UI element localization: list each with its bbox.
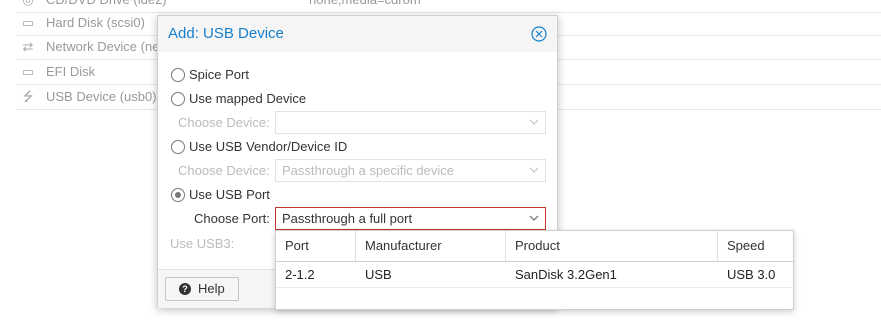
radio-mapped-device[interactable]: Use mapped Device	[171, 89, 321, 109]
list-item-label: Hard Disk (scsi0)	[46, 15, 145, 30]
cell-port: 2-1.2	[285, 267, 315, 282]
network-icon: ⇄	[22, 39, 34, 54]
cell-manufacturer: USB	[365, 267, 392, 282]
table-row[interactable]: 2-1.2 USB SanDisk 3.2Gen1 USB 3.0	[276, 262, 793, 288]
cell-speed: USB 3.0	[727, 267, 776, 282]
column-header-port[interactable]: Port	[276, 231, 356, 261]
close-icon[interactable]	[531, 26, 547, 42]
vendor-device-label: Choose Device:	[178, 163, 270, 178]
cell-product: SanDisk 3.2Gen1	[515, 267, 617, 282]
hdd-icon: ▭	[21, 15, 35, 30]
list-item-label: EFI Disk	[46, 64, 96, 79]
chevron-down-icon[interactable]	[529, 214, 539, 222]
radio-usb-port[interactable]: Use USB Port	[171, 185, 291, 205]
vendor-device-select[interactable]: Passthrough a specific device	[275, 159, 546, 182]
radio-button[interactable]	[171, 140, 185, 154]
help-button[interactable]: ? Help	[165, 277, 239, 301]
chevron-down-icon[interactable]	[529, 166, 539, 174]
choose-port-select[interactable]: Passthrough a full port	[275, 207, 546, 230]
mapped-device-select[interactable]	[275, 111, 546, 134]
dialog-header[interactable]: Add: USB Device	[158, 16, 557, 52]
list-item-label: USB Device (usb0)	[46, 89, 157, 104]
help-button-label: Help	[198, 281, 225, 296]
use-usb3-label: Use USB3:	[170, 236, 235, 251]
chevron-down-icon[interactable]	[529, 118, 539, 126]
radio-label: Spice Port	[189, 67, 249, 82]
radio-button[interactable]	[171, 188, 185, 202]
radio-label: Use USB Vendor/Device ID	[189, 139, 348, 154]
radio-label: Use USB Port	[189, 187, 270, 202]
radio-button[interactable]	[171, 68, 185, 82]
column-header-speed[interactable]: Speed	[718, 231, 793, 261]
choose-port-label: Choose Port:	[194, 211, 270, 226]
combo-value: Passthrough a full port	[282, 211, 413, 226]
radio-label: Use mapped Device	[189, 91, 307, 106]
combo-value: Passthrough a specific device	[282, 163, 454, 178]
radio-vendor-device-id[interactable]: Use USB Vendor/Device ID	[171, 137, 347, 157]
mapped-device-label: Choose Device:	[178, 115, 270, 130]
grid-header: Port Manufacturer Product Speed	[276, 231, 793, 262]
column-header-product[interactable]: Product	[506, 231, 718, 261]
help-icon: ?	[179, 283, 191, 295]
usb-icon: ⭍	[22, 89, 34, 104]
column-header-manufacturer[interactable]: Manufacturer	[356, 231, 506, 261]
hdd-icon: ▭	[21, 64, 35, 79]
dialog-title: Add: USB Device	[168, 25, 284, 42]
port-picker-dropdown: Port Manufacturer Product Speed 2-1.2 US…	[275, 230, 794, 310]
radio-button[interactable]	[171, 92, 185, 106]
list-item-label: Network Device (net0)	[46, 39, 175, 54]
radio-spice-port[interactable]: Spice Port	[171, 65, 271, 85]
